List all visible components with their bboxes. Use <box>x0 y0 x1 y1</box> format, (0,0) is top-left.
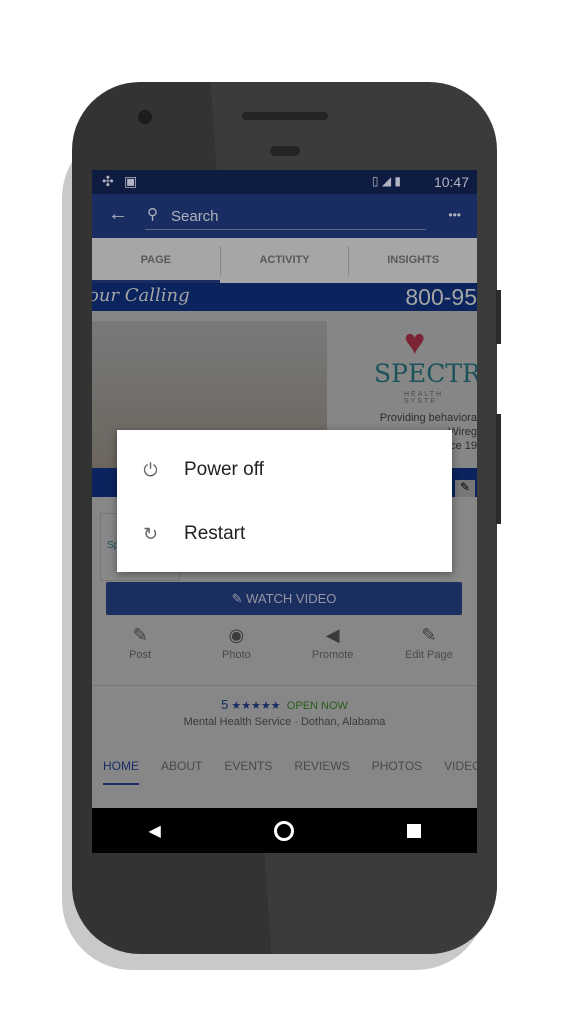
back-icon[interactable]: ◀ <box>148 821 160 841</box>
restart-icon: ↻ <box>142 523 159 544</box>
navigation-bar: ◀ <box>92 808 477 853</box>
power-menu-dialog: ⏻ Power off ↻ Restart <box>117 430 452 572</box>
power-key[interactable] <box>496 290 501 344</box>
home-icon[interactable] <box>273 820 294 841</box>
power-icon: ⏻ <box>143 459 158 480</box>
earpiece <box>242 112 328 120</box>
front-camera <box>138 110 152 124</box>
recents-icon[interactable] <box>406 823 421 838</box>
sensor <box>270 146 300 156</box>
power-off-option[interactable]: ⏻ Power off <box>117 438 452 502</box>
restart-option[interactable]: ↻ Restart <box>117 502 452 566</box>
volume-key[interactable] <box>496 414 501 524</box>
